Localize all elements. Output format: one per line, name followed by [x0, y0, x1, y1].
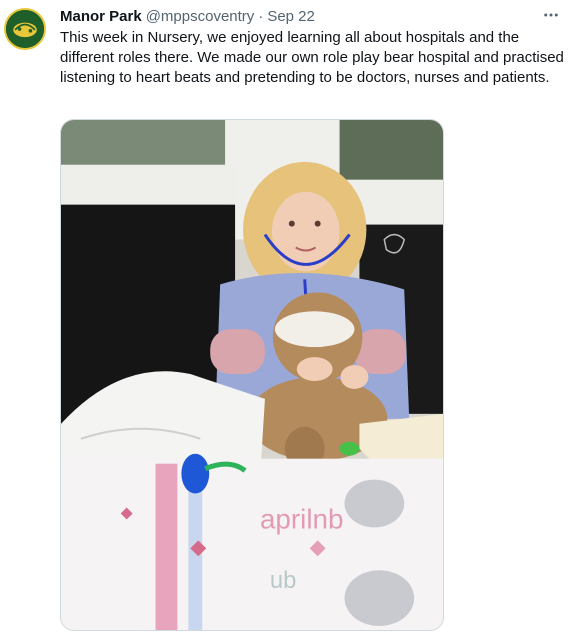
svg-text:aprilnb: aprilnb [260, 503, 344, 534]
tweet-date[interactable]: Sep 22 [267, 8, 315, 25]
separator-dot: · [258, 7, 264, 25]
tweet-text: This week in Nursery, we enjoyed learnin… [60, 29, 564, 86]
school-logo-icon [6, 10, 44, 48]
tweet-header: Manor Park @mppscoventry · Sep 22 [60, 6, 315, 26]
tweet-photo[interactable]: aprilnb ub [60, 119, 444, 631]
avatar[interactable] [4, 8, 46, 50]
more-options-icon [544, 13, 558, 17]
more-options-button[interactable] [540, 4, 562, 26]
author-handle[interactable]: @mppscoventry [146, 8, 255, 25]
svg-text:ub: ub [270, 567, 297, 594]
photo-child-teddy-stethoscope: aprilnb ub [61, 120, 443, 630]
tweet-card[interactable]: Manor Park @mppscoventry · Sep 22 This w… [0, 0, 572, 638]
author-name[interactable]: Manor Park [60, 8, 142, 25]
